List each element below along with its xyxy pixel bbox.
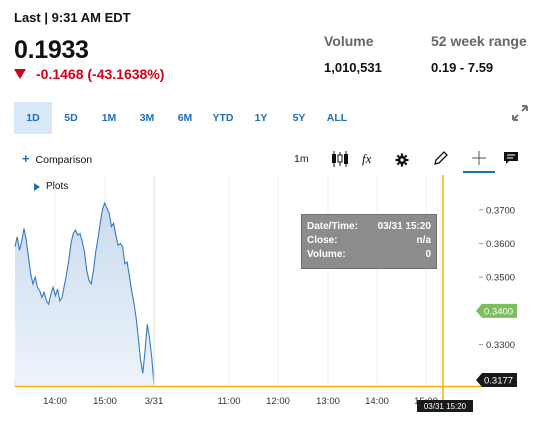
- x-tick-label: 11:00: [217, 396, 240, 407]
- last-price-label: 0.3177: [484, 376, 513, 387]
- x-tick-label: 14:00: [43, 396, 67, 407]
- x-tick-label: 14:00: [365, 396, 389, 407]
- tooltip-datetime-value: 03/31 15:20: [377, 221, 431, 232]
- tooltip-volume-label: Volume:: [307, 249, 346, 260]
- price-area-fill: [15, 203, 154, 386]
- y-tick-label: 0.3500: [486, 273, 515, 284]
- x-tick-label: 15:00: [93, 396, 117, 407]
- y-tick-label: 0.3600: [486, 239, 515, 250]
- x-tick-label: 3/31: [145, 396, 164, 407]
- y-tick-label: 0.3300: [486, 340, 515, 351]
- crosshair-x-label: 03/31 15:20: [424, 402, 467, 411]
- tooltip-datetime-label: Date/Time:: [307, 221, 358, 232]
- last-close-label: 0.3400: [484, 306, 513, 317]
- tooltip-close-value: n/a: [416, 235, 431, 246]
- tooltip-close-label: Close:: [307, 235, 338, 246]
- x-tick-label: 12:00: [266, 396, 290, 407]
- y-tick-label: 0.3700: [486, 205, 515, 216]
- price-chart[interactable]: 0.3700 0.3600 0.3500 0.3400 0.3300 14:00 15:0…: [0, 0, 543, 425]
- x-tick-label: 13:00: [316, 396, 340, 407]
- crosshair-tooltip: Date/Time: 03/31 15:20 Close: n/a Volume: 0: [301, 214, 437, 269]
- tooltip-volume-value: 0: [425, 249, 431, 260]
